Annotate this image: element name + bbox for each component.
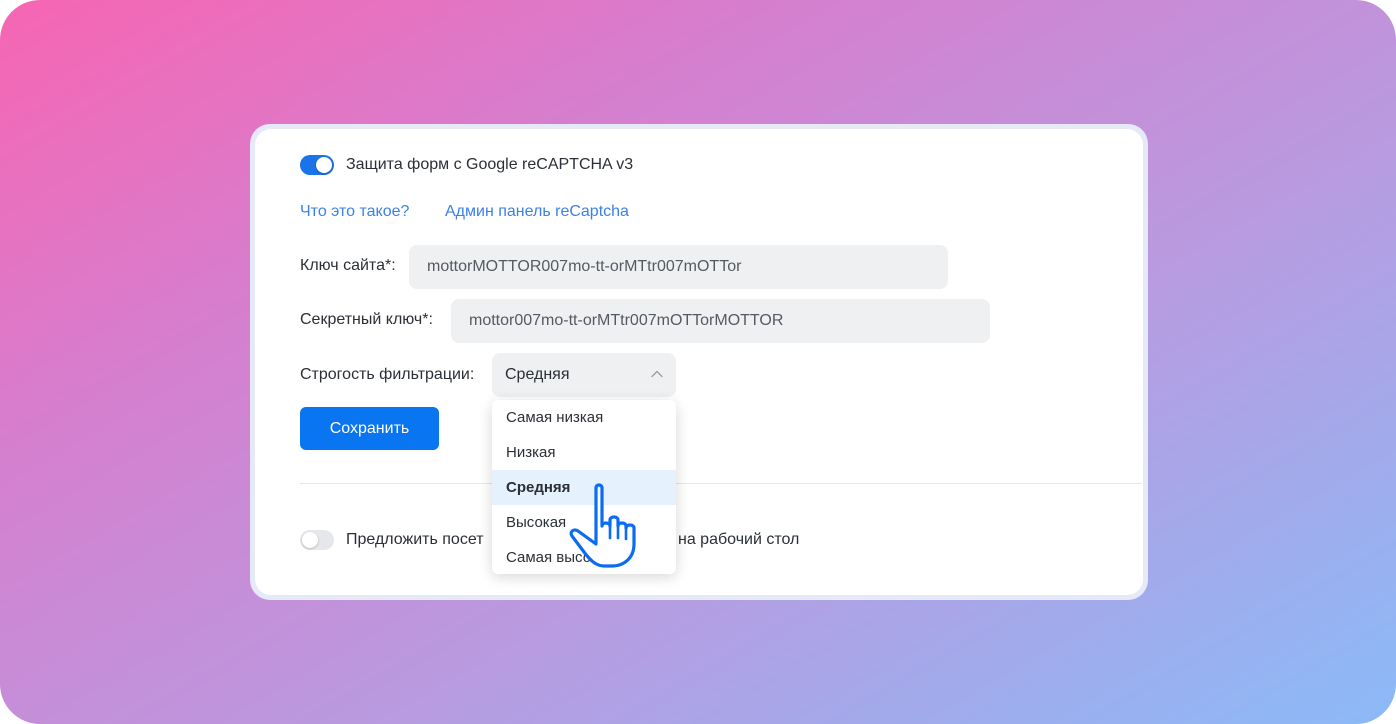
what-is-it-link[interactable]: Что это такое? <box>300 203 409 221</box>
filter-strictness-label: Строгость фильтрации: <box>300 366 475 383</box>
recaptcha-toggle-label: Защита форм с Google reCAPTCHA v3 <box>346 156 634 173</box>
toggle-knob <box>316 157 332 173</box>
select-value: Средняя <box>505 366 570 383</box>
section-divider <box>300 483 1142 484</box>
desktop-offer-label-start: Предложить посет <box>346 531 484 548</box>
recaptcha-toggle[interactable] <box>300 155 334 175</box>
site-key-input[interactable]: mottorMOTTOR007mo-tt-orMTtr007mOTTor <box>409 245 948 289</box>
desktop-offer-label-end: на рабочий стол <box>678 531 800 548</box>
chevron-up-icon <box>651 370 663 378</box>
hand-pointer-icon <box>569 483 636 568</box>
settings-card <box>255 129 1143 595</box>
save-button[interactable]: Сохранить <box>300 407 439 450</box>
secret-key-input[interactable]: mottor007mo-tt-orMTtr007mOTTorMOTTOR <box>451 299 990 343</box>
admin-panel-link[interactable]: Админ панель reCaptcha <box>445 203 629 221</box>
site-key-label: Ключ сайта*: <box>300 257 396 274</box>
desktop-offer-toggle[interactable] <box>300 530 334 550</box>
toggle-knob <box>302 532 318 548</box>
dropdown-option-lowest[interactable]: Самая низкая <box>492 400 676 435</box>
secret-key-label: Секретный ключ*: <box>300 311 433 328</box>
filter-strictness-select[interactable]: Средняя <box>492 353 676 397</box>
dropdown-option-low[interactable]: Низкая <box>492 435 676 470</box>
